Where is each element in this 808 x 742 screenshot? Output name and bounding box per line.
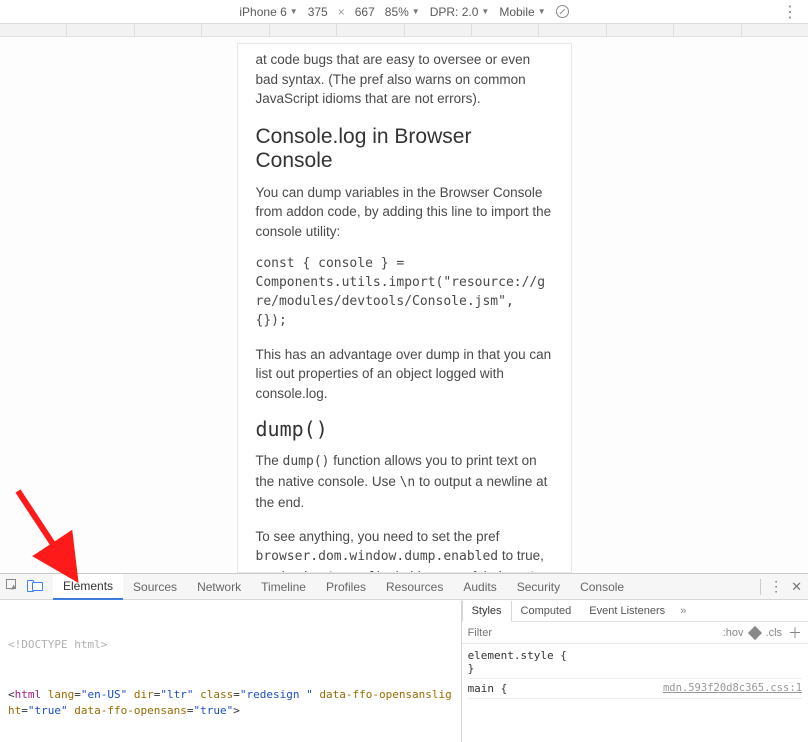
tab-console[interactable]: Console bbox=[570, 574, 634, 599]
tab-timeline[interactable]: Timeline bbox=[251, 574, 316, 599]
emulated-viewport: at code bugs that are easy to oversee or… bbox=[0, 37, 808, 573]
code-block: const { console } = Components.utils.imp… bbox=[256, 255, 553, 330]
diamond-icon[interactable] bbox=[747, 625, 761, 639]
devtools-tabbar: Elements Sources Network Timeline Profil… bbox=[0, 574, 808, 600]
body-text: This has an advantage over dump in that … bbox=[256, 345, 553, 404]
styles-pane: Styles Computed Event Listeners » :hov .… bbox=[461, 600, 808, 742]
dom-tree[interactable]: <!DOCTYPE html> <html lang="en-US" dir="… bbox=[0, 600, 461, 742]
tab-resources[interactable]: Resources bbox=[376, 574, 453, 599]
viewport-height[interactable]: 667 bbox=[355, 5, 375, 19]
device-select[interactable]: iPhone 6 ▼ bbox=[239, 5, 297, 19]
styles-filter-input[interactable] bbox=[468, 627, 717, 639]
ua-type-label: Mobile bbox=[499, 5, 534, 19]
styles-more-tabs-icon[interactable]: » bbox=[674, 605, 692, 617]
viewport-width[interactable]: 375 bbox=[308, 5, 328, 19]
styles-tab-computed[interactable]: Computed bbox=[512, 600, 581, 621]
styles-rule-list[interactable]: element.style { } main { mdn.593f20d8c36… bbox=[462, 644, 808, 742]
no-throttle-icon[interactable] bbox=[556, 5, 569, 18]
tab-elements[interactable]: Elements bbox=[53, 574, 123, 600]
chevron-down-icon: ▼ bbox=[412, 7, 420, 16]
toggle-device-toolbar-icon[interactable] bbox=[27, 580, 43, 593]
dimension-separator: × bbox=[338, 5, 345, 19]
more-options-icon[interactable]: ⋮ bbox=[782, 2, 798, 22]
tab-security[interactable]: Security bbox=[507, 574, 570, 599]
devtools-panel: Elements Sources Network Timeline Profil… bbox=[0, 573, 808, 742]
tab-network[interactable]: Network bbox=[187, 574, 251, 599]
tab-sources[interactable]: Sources bbox=[123, 574, 187, 599]
chevron-down-icon: ▼ bbox=[290, 7, 298, 16]
device-select-label: iPhone 6 bbox=[239, 5, 286, 19]
cls-toggle[interactable]: .cls bbox=[766, 627, 783, 639]
chevron-down-icon: ▼ bbox=[538, 7, 546, 16]
section-heading: Console.log in Browser Console bbox=[256, 125, 553, 173]
styles-tab-styles[interactable]: Styles bbox=[462, 601, 512, 622]
body-text: To see anything, you need to set the pre… bbox=[256, 527, 553, 573]
stylesheet-link[interactable]: mdn.593f20d8c365.css:1 bbox=[663, 682, 802, 694]
section-heading: dump() bbox=[256, 417, 553, 441]
tab-audits[interactable]: Audits bbox=[453, 574, 506, 599]
body-text: You can dump variables in the Browser Co… bbox=[256, 183, 553, 242]
dpr-select[interactable]: DPR: 2.0 ▼ bbox=[430, 5, 490, 19]
style-rule[interactable]: element.style { } bbox=[468, 646, 802, 679]
devtools-tab-list: Elements Sources Network Timeline Profil… bbox=[53, 574, 634, 599]
styles-tab-event-listeners[interactable]: Event Listeners bbox=[580, 600, 674, 621]
new-rule-icon[interactable]: ＋ bbox=[788, 623, 802, 643]
style-rule[interactable]: main { mdn.593f20d8c365.css:1 bbox=[468, 679, 802, 699]
body-text: The dump() function allows you to print … bbox=[256, 451, 553, 512]
body-text: at code bugs that are easy to oversee or… bbox=[256, 50, 553, 109]
ruler bbox=[0, 24, 808, 37]
device-toolbar: iPhone 6 ▼ 375 × 667 85% ▼ DPR: 2.0 ▼ Mo… bbox=[0, 0, 808, 24]
dpr-select-label: DPR: 2.0 bbox=[430, 5, 479, 19]
hov-toggle[interactable]: :hov bbox=[723, 627, 744, 639]
zoom-select[interactable]: 85% ▼ bbox=[385, 5, 420, 19]
tab-profiles[interactable]: Profiles bbox=[316, 574, 376, 599]
devtools-more-icon[interactable]: ⋮ bbox=[769, 578, 783, 595]
device-frame[interactable]: at code bugs that are easy to oversee or… bbox=[237, 43, 572, 573]
devtools-close-icon[interactable]: ✕ bbox=[791, 579, 802, 595]
separator bbox=[760, 579, 761, 595]
zoom-select-label: 85% bbox=[385, 5, 409, 19]
ua-type-select[interactable]: Mobile ▼ bbox=[499, 5, 545, 19]
inspect-element-icon[interactable] bbox=[6, 579, 21, 594]
chevron-down-icon: ▼ bbox=[481, 7, 489, 16]
